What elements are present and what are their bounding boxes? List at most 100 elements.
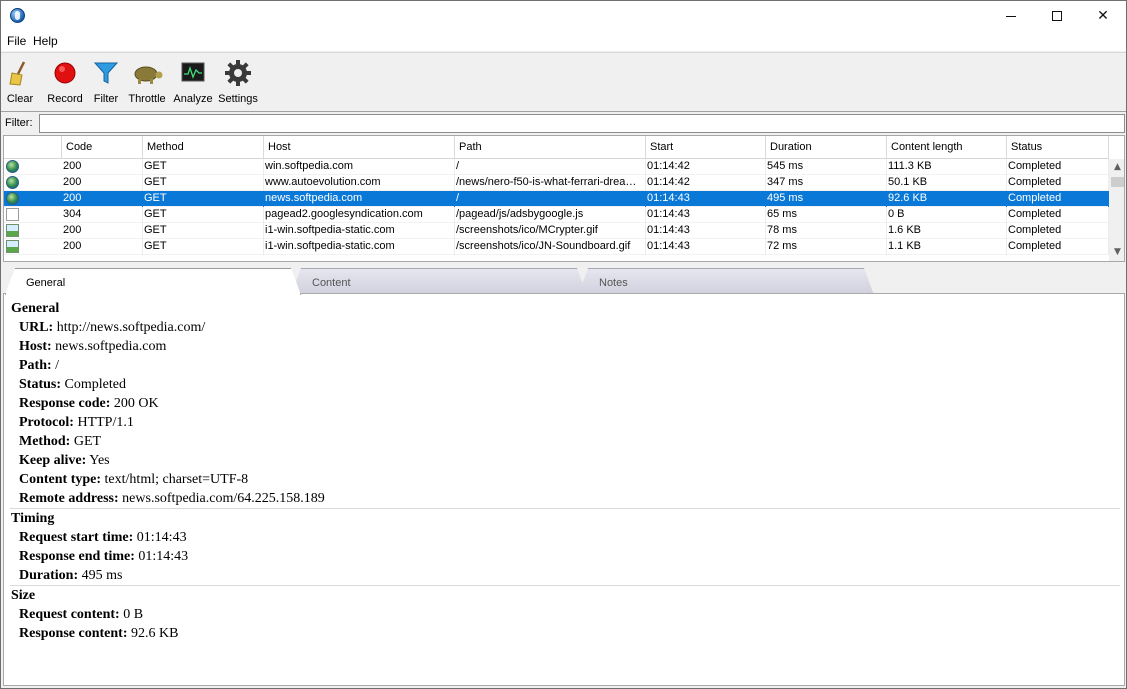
toolbar: Clear Record Filter Throttle Analyze Set… <box>1 52 1126 112</box>
cell-start: 01:14:42 <box>646 175 766 191</box>
column-duration[interactable]: Duration <box>766 136 887 159</box>
table-row[interactable]: 200 GET www.autoevolution.com /news/nero… <box>4 175 1109 191</box>
cell-start: 01:14:43 <box>646 207 766 223</box>
detail-key: Request start time: <box>19 530 134 545</box>
scroll-down-arrow-icon[interactable]: ▼ <box>1109 244 1124 261</box>
cell-content-length: 50.1 KB <box>887 175 1007 191</box>
title-bar: ✕ <box>1 1 1126 31</box>
details-panel: General URL: http://news.softpedia.com/ … <box>3 293 1125 686</box>
detail-value: news.softpedia.com <box>55 339 167 354</box>
detail-response-code: Response code: 200 OK <box>19 396 159 412</box>
analyze-label: Analyze <box>173 93 213 105</box>
cell-code: 200 <box>62 223 143 239</box>
detail-key: Content type: <box>19 472 102 487</box>
close-button[interactable]: ✕ <box>1080 1 1126 31</box>
cell-path: /screenshots/ico/JN-Soundboard.gif <box>455 239 646 255</box>
detail-key: Status: <box>19 377 62 392</box>
table-row[interactable]: 200 GET i1-win.softpedia-static.com /scr… <box>4 223 1109 239</box>
column-path[interactable]: Path <box>455 136 646 159</box>
detail-request-content: Request content: 0 B <box>19 607 143 623</box>
cell-path: /news/nero-f50-is-what-ferrari-drea… <box>455 175 646 191</box>
cell-host: i1-win.softpedia-static.com <box>264 239 455 255</box>
detail-content-type: Content type: text/html; charset=UTF-8 <box>19 472 248 488</box>
cell-path: / <box>455 159 646 175</box>
scrollbar-thumb[interactable] <box>1111 177 1124 187</box>
cell-path: /screenshots/ico/MCrypter.gif <box>455 223 646 239</box>
table-row[interactable]: 200 GET win.softpedia.com / 01:14:42 545… <box>4 159 1109 175</box>
clear-label: Clear <box>6 93 34 105</box>
section-divider <box>10 508 1120 509</box>
detail-key: Protocol: <box>19 415 74 430</box>
tab-content[interactable]: Content <box>291 268 587 295</box>
cell-code: 200 <box>62 191 143 207</box>
maximize-button[interactable] <box>1034 1 1080 31</box>
detail-value: news.softpedia.com/64.225.158.189 <box>122 491 325 506</box>
detail-key: Remote address: <box>19 491 119 506</box>
record-button[interactable]: Record <box>45 59 85 109</box>
detail-key: URL: <box>19 320 54 335</box>
cell-status: Completed <box>1007 223 1109 239</box>
detail-value: 01:14:43 <box>138 549 189 564</box>
cell-duration: 495 ms <box>766 191 887 207</box>
filter-input[interactable] <box>39 114 1125 133</box>
column-code[interactable]: Code <box>62 136 143 159</box>
minimize-button[interactable] <box>988 1 1034 31</box>
cell-duration: 65 ms <box>766 207 887 223</box>
throttle-button[interactable]: Throttle <box>125 59 169 109</box>
table-row-selected[interactable]: 200 GET news.softpedia.com / 01:14:43 49… <box>4 191 1109 207</box>
table-row[interactable]: 304 GET pagead2.googlesyndication.com /p… <box>4 207 1109 223</box>
cell-method: GET <box>143 159 264 175</box>
cell-duration: 545 ms <box>766 159 887 175</box>
cell-status: Completed <box>1007 175 1109 191</box>
analyze-button[interactable]: Analyze <box>173 59 213 109</box>
detail-value: text/html; charset=UTF-8 <box>104 472 249 487</box>
settings-label: Settings <box>218 93 258 105</box>
detail-key: Duration: <box>19 568 79 583</box>
document-icon <box>6 208 19 221</box>
filter-label: Filter <box>93 93 119 105</box>
monitor-chart-icon <box>179 59 207 87</box>
detail-url: URL: http://news.softpedia.com/ <box>19 320 205 336</box>
scroll-up-arrow-icon[interactable]: ▲ <box>1109 159 1124 176</box>
detail-status: Status: Completed <box>19 377 126 393</box>
tab-general[interactable]: General <box>5 268 301 295</box>
column-content-length[interactable]: Content length <box>887 136 1007 159</box>
menu-help[interactable]: Help <box>33 34 58 48</box>
detail-value: Yes <box>89 453 110 468</box>
detail-value: 01:14:43 <box>136 530 187 545</box>
filter-button[interactable]: Filter <box>91 59 121 109</box>
cell-status: Completed <box>1007 239 1109 255</box>
cell-host: win.softpedia.com <box>264 159 455 175</box>
detail-response-end: Response end time: 01:14:43 <box>19 549 188 565</box>
detail-value: 0 B <box>123 607 144 622</box>
requests-table: Code Method Host Path Start Duration Con… <box>3 135 1125 262</box>
table-row[interactable]: 200 GET i1-win.softpedia-static.com /scr… <box>4 239 1109 255</box>
detail-duration: Duration: 495 ms <box>19 568 122 584</box>
cell-host: i1-win.softpedia-static.com <box>264 223 455 239</box>
column-method[interactable]: Method <box>143 136 264 159</box>
detail-remote-address: Remote address: news.softpedia.com/64.22… <box>19 491 325 507</box>
cell-host: www.autoevolution.com <box>264 175 455 191</box>
column-start[interactable]: Start <box>646 136 766 159</box>
cell-method: GET <box>143 191 264 207</box>
cell-status: Completed <box>1007 207 1109 223</box>
column-status[interactable]: Status <box>1007 136 1109 159</box>
clear-button[interactable]: Clear <box>5 59 35 109</box>
cell-code: 200 <box>62 175 143 191</box>
column-host[interactable]: Host <box>264 136 455 159</box>
detail-host: Host: news.softpedia.com <box>19 339 166 355</box>
table-scrollbar[interactable]: ▲ ▼ <box>1109 159 1124 261</box>
menu-file[interactable]: File <box>7 34 26 48</box>
cell-duration: 72 ms <box>766 239 887 255</box>
image-icon <box>6 224 19 237</box>
detail-key: Response code: <box>19 396 111 411</box>
settings-button[interactable]: Settings <box>217 59 259 109</box>
column-icon[interactable] <box>4 136 62 159</box>
filter-field-label: Filter: <box>5 117 33 129</box>
detail-key: Request content: <box>19 607 120 622</box>
cell-method: GET <box>143 207 264 223</box>
detail-protocol: Protocol: HTTP/1.1 <box>19 415 134 431</box>
filter-bar: Filter: <box>1 113 1126 133</box>
detail-key: Response end time: <box>19 549 135 564</box>
tab-notes[interactable]: Notes <box>578 268 874 295</box>
